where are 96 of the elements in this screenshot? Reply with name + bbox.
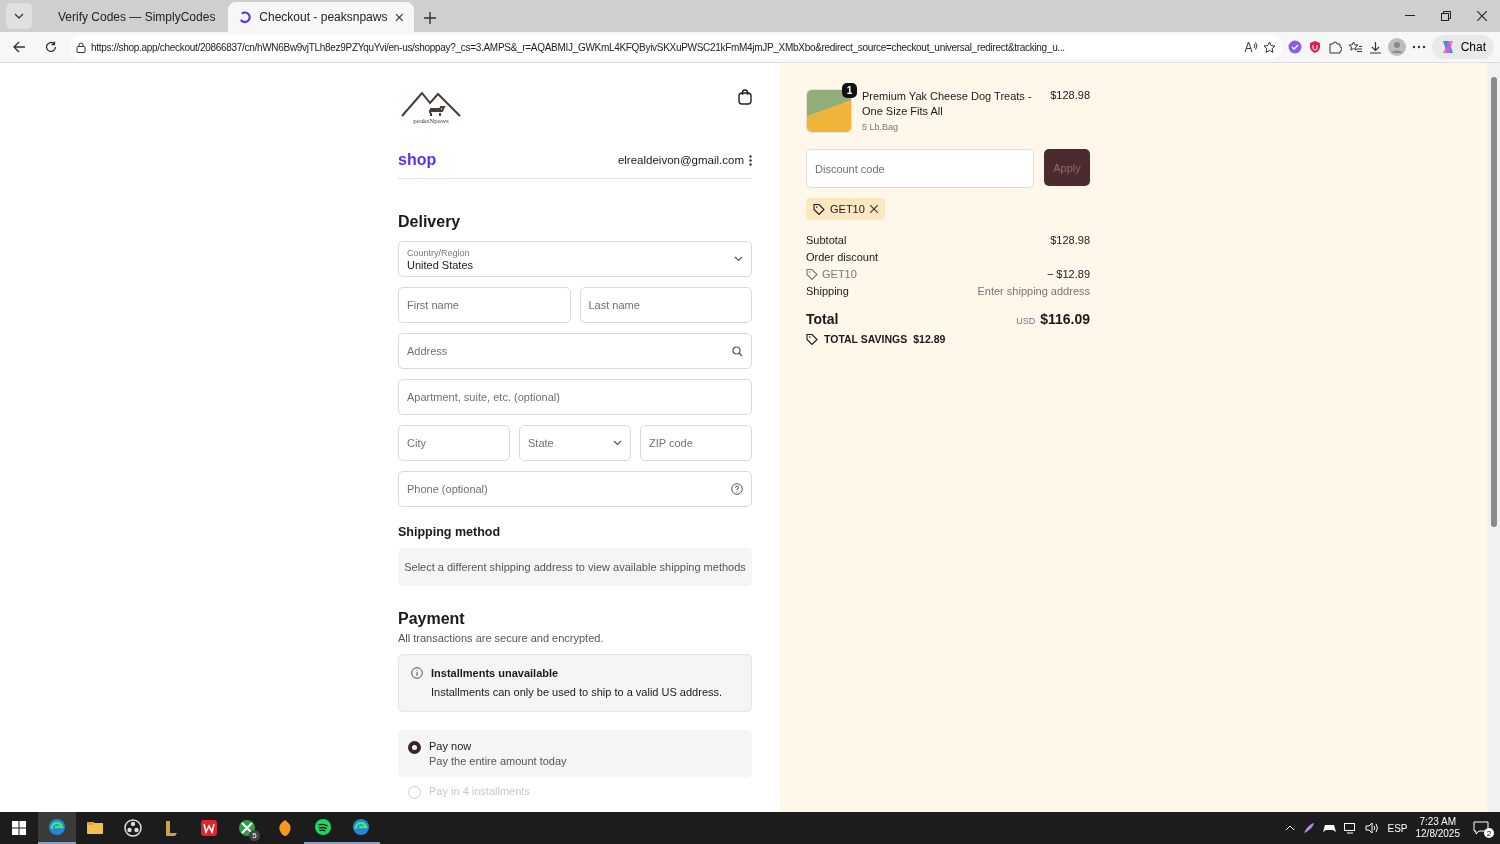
clock-date: 12/8/2025 [1415, 828, 1460, 840]
summary-value: $128.98 [1050, 234, 1090, 246]
summary-label: GET10 [822, 268, 857, 280]
field-value: United States [407, 258, 475, 271]
notifications-icon[interactable] [1473, 821, 1489, 835]
product-variant: 5 Lb.Bag [862, 122, 900, 132]
more-icon[interactable] [749, 154, 752, 166]
restore-icon [1441, 11, 1451, 21]
discount-tag: GET10 [806, 198, 885, 220]
section-heading: Shipping method [398, 525, 502, 539]
circles-icon [124, 819, 142, 837]
chevron-down-icon [14, 13, 24, 19]
x-logo-icon [238, 819, 256, 837]
w-logo-icon [200, 819, 218, 837]
feather-icon[interactable] [1303, 822, 1316, 834]
summary-label: Subtotal [806, 234, 847, 246]
product-name: Premium Yak Cheese Dog Treats - One Size Fits All [862, 89, 1033, 119]
lock-icon [76, 41, 86, 53]
section-heading: Delivery [398, 213, 462, 231]
summary-label: Shipping [806, 285, 849, 297]
shipping-notice: Select a different shipping address to view available shipping methods [398, 548, 752, 586]
remove-button[interactable] [869, 205, 878, 213]
summary-label: Order discount [806, 251, 879, 263]
select-field[interactable]: State [519, 425, 631, 461]
read-aloud-icon[interactable] [1243, 41, 1258, 53]
input-field[interactable]: Phone (optional) [398, 471, 752, 507]
chat-button[interactable]: Chat [1431, 35, 1494, 59]
clock-time: 7:23 AM [1419, 816, 1457, 828]
section-heading: Payment [398, 610, 466, 628]
network-icon[interactable] [1344, 822, 1358, 834]
account-email: elrealdeivon@gmail.com [617, 154, 744, 166]
browser-icon [48, 818, 66, 836]
payment-option[interactable]: Pay now Pay the entire amount today [398, 730, 752, 777]
language-indicator[interactable]: ESP [1387, 822, 1408, 834]
speaker-icon[interactable] [1365, 822, 1380, 834]
savings-amount: $12.89 [913, 333, 946, 345]
search-icon [732, 345, 743, 357]
plus-icon [424, 12, 436, 24]
mountain-dog-logo-icon [400, 89, 462, 117]
input-field[interactable]: Apartment, suite, etc. (optional) [398, 379, 752, 415]
shield-icon[interactable] [1307, 40, 1322, 54]
scrollbar[interactable] [1487, 63, 1500, 812]
more-icon[interactable] [1411, 45, 1426, 49]
star-icon[interactable] [1262, 40, 1276, 54]
notice-text: Installments can only be used to ship to a valid US address. [431, 686, 723, 698]
puzzle-icon[interactable] [1327, 40, 1342, 54]
tag-icon [813, 203, 825, 215]
country-select[interactable]: Country/Region United States [398, 241, 752, 277]
shop-logo: shop [398, 151, 437, 169]
notice-title: Installments unavailable [431, 667, 560, 679]
minimize-icon [1405, 15, 1415, 17]
chevron-down-icon [734, 256, 743, 262]
input-field[interactable]: First name [398, 287, 571, 323]
download-icon[interactable] [1368, 40, 1382, 54]
music-icon [314, 818, 332, 836]
back-arrow-icon [12, 41, 26, 53]
payment-subtitle: All transactions are secure and encrypted. [398, 632, 605, 644]
profile-icon[interactable] [1387, 38, 1406, 56]
folder-icon [86, 819, 104, 837]
taskbar-app[interactable] [38, 812, 76, 844]
browser-tab[interactable]: Checkout - peaksnpaws [228, 2, 414, 32]
extension-icon[interactable] [1287, 40, 1302, 54]
input-field[interactable]: City [398, 425, 510, 461]
input-field[interactable]: Address [398, 333, 752, 369]
quantity-badge: 1 [842, 83, 857, 98]
tags-icon [806, 333, 818, 345]
radio-button[interactable] [408, 741, 421, 754]
savings-label: TOTAL SAVINGS [824, 333, 908, 345]
summary-value: − $12.89 [1046, 268, 1090, 280]
close-icon [869, 205, 878, 213]
shop-icon [238, 10, 252, 24]
info-icon [411, 667, 423, 679]
browser-tab[interactable]: Verify Codes — SimplyCodes [40, 2, 226, 32]
tag-icon [806, 268, 818, 280]
input-field[interactable]: ZIP code [640, 425, 752, 461]
close-icon[interactable] [395, 12, 404, 22]
input-field[interactable]: Last name [579, 287, 752, 323]
favorites-icon[interactable] [1347, 40, 1363, 54]
total-label: Total [806, 311, 839, 327]
chevron-down-icon [613, 440, 622, 446]
chevron-up-icon[interactable] [1285, 825, 1296, 831]
currency-code: USD [1016, 316, 1036, 326]
count-badge: 5 [249, 830, 260, 841]
field-label: Country/Region [407, 247, 471, 258]
address-bar[interactable]: https://shop.app/checkout/20866837/cn/hWN6Bw9vjTLh8ez9PZYquYvi/en-us/shoppay?_cs=3.AMPS&_r=AQABMIJ_GWKmL4KFQByivSKXuPWSC21kFmM4jmJP_XMbXbo&redirect_source=checkout_universal_redirect&tracking_u... [70, 35, 1282, 59]
shopping-bag-icon[interactable] [738, 89, 752, 105]
windows-icon [12, 821, 26, 835]
browser-icon [352, 818, 370, 836]
close-icon [1477, 11, 1487, 21]
taskbar-app[interactable]: 5 [228, 812, 266, 844]
count-badge: 2 [1484, 828, 1494, 838]
total-amount: $116.09 [1040, 311, 1090, 327]
reload-icon [45, 41, 57, 53]
help-icon [731, 483, 743, 495]
product-price: $128.98 [1050, 89, 1090, 103]
summary-value: Enter shipping address [977, 285, 1090, 297]
